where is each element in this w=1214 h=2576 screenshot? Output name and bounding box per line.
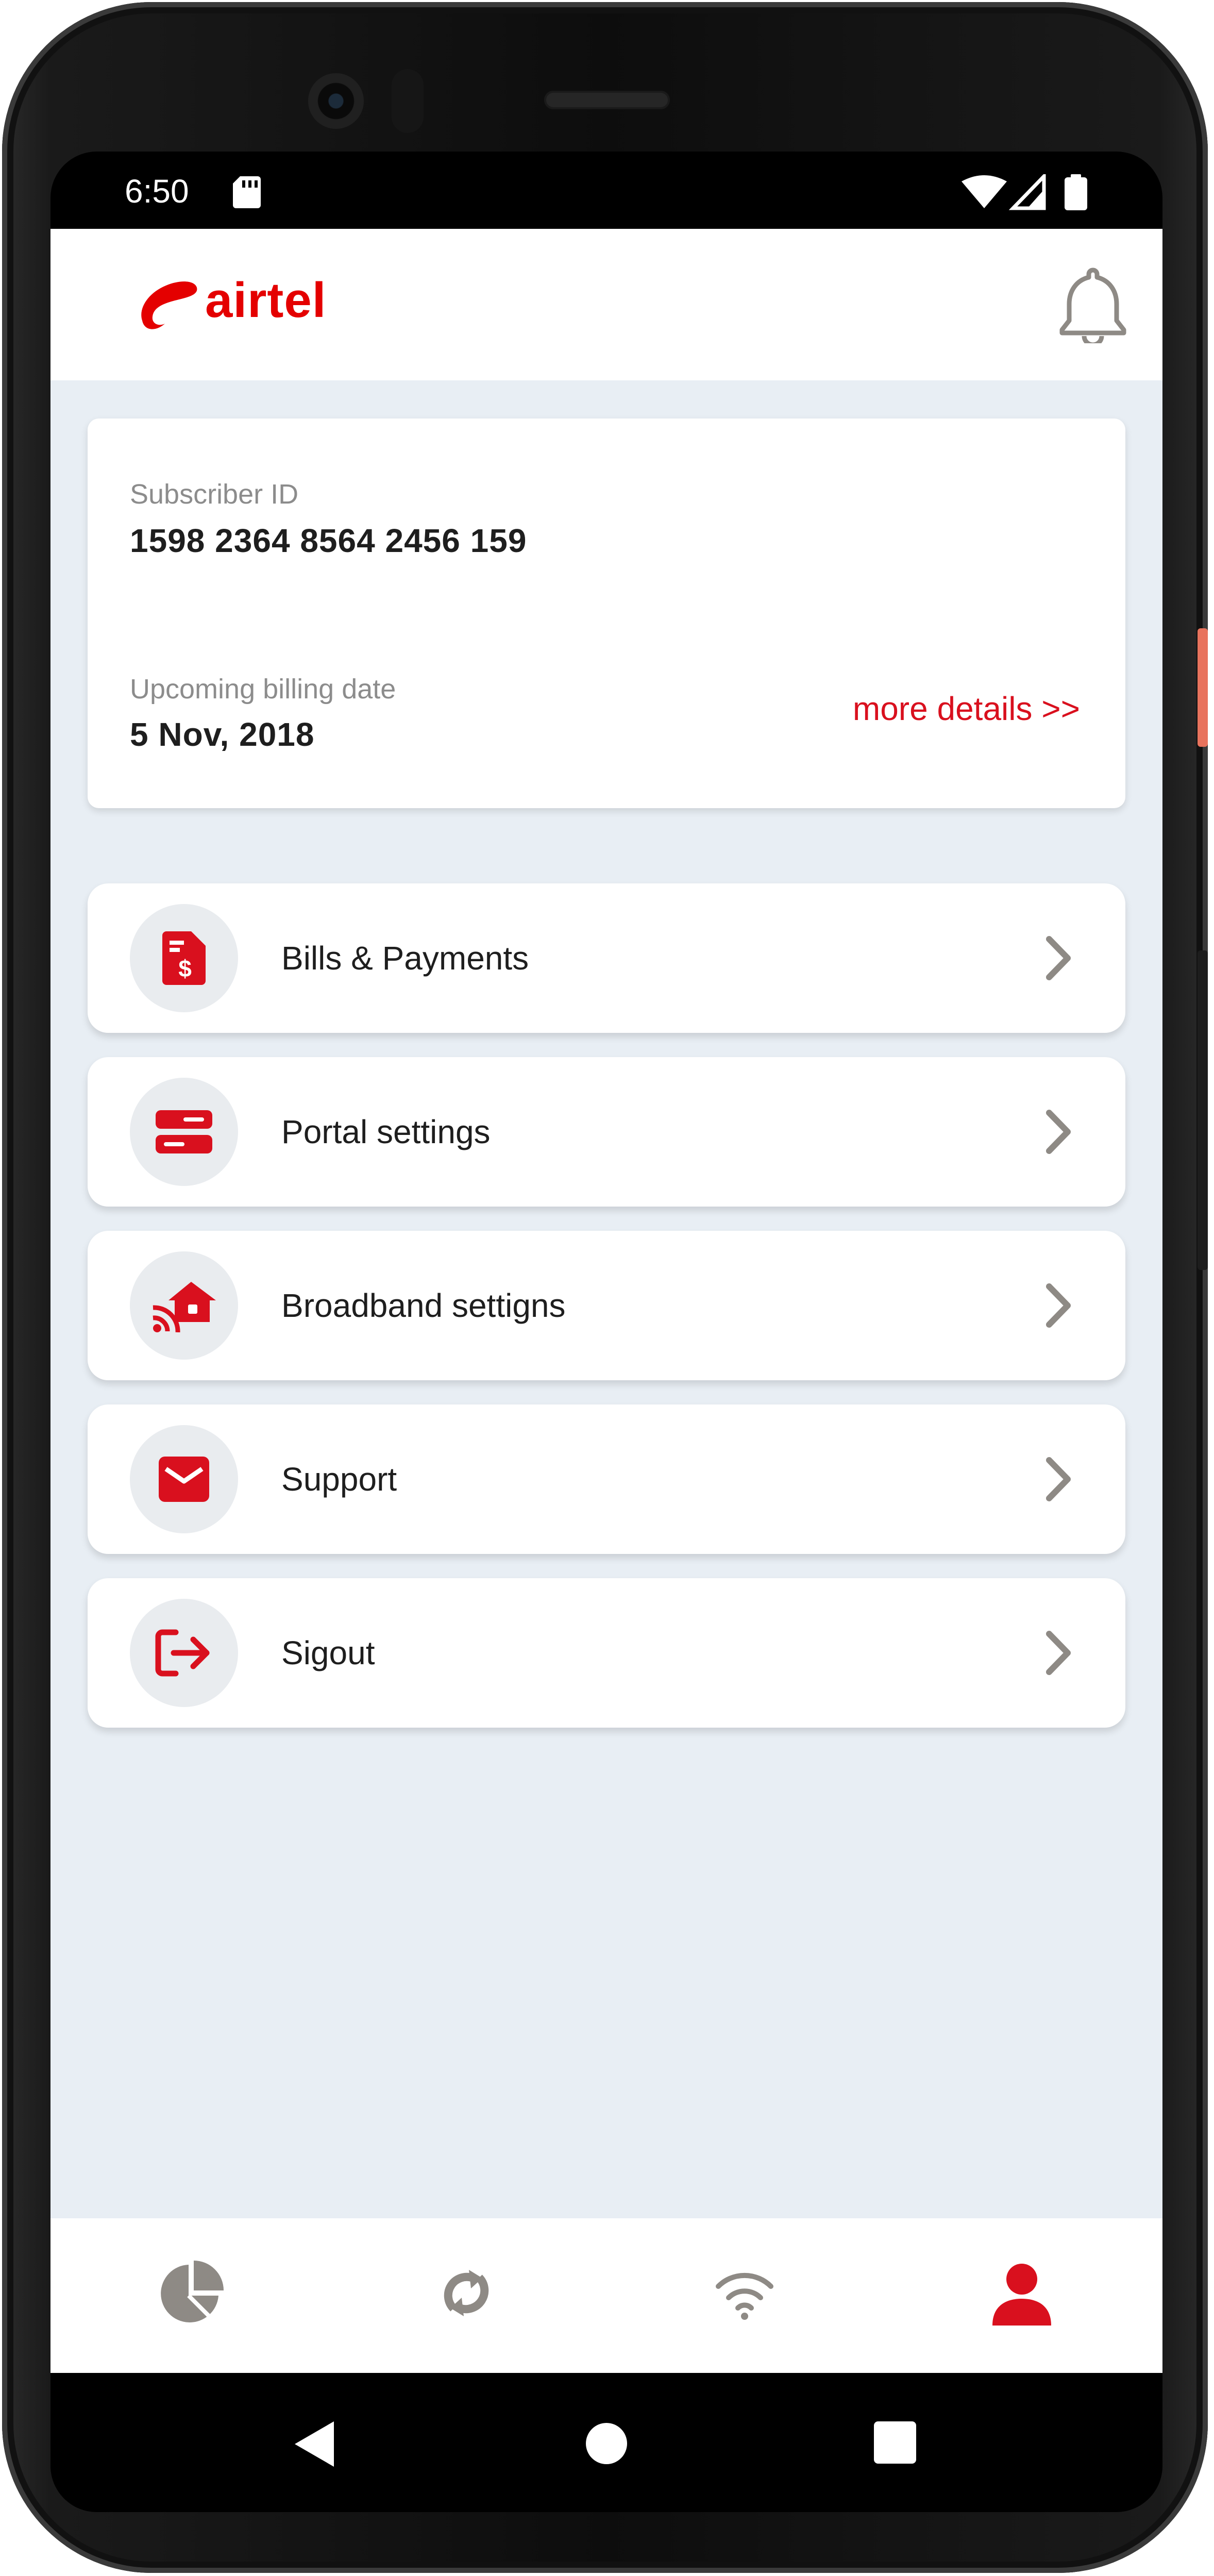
recents-icon[interactable] <box>873 2420 917 2465</box>
status-bar: 6:50 <box>50 152 1162 229</box>
app-content: airtel Subscriber ID 1598 2364 8564 2456… <box>50 229 1162 2218</box>
wifi-icon[interactable] <box>711 2260 778 2327</box>
sd-card-icon <box>233 176 261 208</box>
front-camera <box>308 73 364 129</box>
icon-badge <box>130 1425 238 1533</box>
icon-badge <box>130 1251 238 1360</box>
billing-date-value: 5 Nov, 2018 <box>130 716 315 753</box>
logout-icon <box>155 1629 210 1677</box>
system-navigation-bar <box>50 2373 1162 2512</box>
account-summary-card: Subscriber ID 1598 2364 8564 2456 159 Up… <box>88 419 1125 808</box>
svg-text:$: $ <box>178 955 192 982</box>
server-icon <box>156 1110 212 1153</box>
menu-item-label: Portal settings <box>281 1113 491 1150</box>
chevron-right-icon <box>1046 1631 1071 1675</box>
chevron-right-icon <box>1046 1110 1071 1154</box>
menu-item-portal-settings[interactable]: Portal settings <box>88 1057 1125 1207</box>
menu-item-broadband-settings[interactable]: Broadband settigns <box>88 1231 1125 1380</box>
subscriber-id-label: Subscriber ID <box>130 479 299 510</box>
icon-badge: $ <box>130 904 238 1012</box>
airtel-logo: airtel <box>133 270 329 337</box>
icon-badge <box>130 1078 238 1186</box>
pie-chart-icon[interactable] <box>158 2260 225 2327</box>
bill-dollar-icon: $ <box>162 931 206 985</box>
subscriber-id-value: 1598 2364 8564 2456 159 <box>130 522 527 559</box>
billing-date-label: Upcoming billing date <box>130 674 396 705</box>
menu-item-support[interactable]: Support <box>88 1404 1125 1554</box>
bottom-navigation <box>50 2218 1162 2373</box>
battery-icon <box>1065 174 1087 210</box>
menu-item-label: Sigout <box>281 1634 375 1671</box>
wifi-signal-icon <box>962 175 1007 208</box>
refresh-icon[interactable] <box>433 2260 500 2327</box>
status-icons <box>962 174 1087 210</box>
user-icon[interactable] <box>988 2260 1055 2327</box>
app-header: airtel <box>50 229 1162 380</box>
phone-frame: 6:50 airtel Subscriber ID 1598 2364 8564… <box>2 2 1208 2573</box>
icon-badge <box>130 1599 238 1707</box>
status-time: 6:50 <box>125 173 189 210</box>
chevron-right-icon <box>1046 1457 1071 1501</box>
screen: 6:50 airtel Subscriber ID 1598 2364 8564… <box>50 152 1162 2512</box>
notification-bell-icon[interactable] <box>1059 266 1126 343</box>
brand-name: airtel <box>205 273 327 328</box>
menu-item-label: Support <box>281 1461 397 1498</box>
menu-item-signout[interactable]: Sigout <box>88 1578 1125 1728</box>
earpiece-speaker <box>544 91 670 109</box>
chevron-right-icon <box>1046 1283 1071 1328</box>
proximity-sensor <box>392 69 424 133</box>
chevron-right-icon <box>1046 936 1071 980</box>
back-icon[interactable] <box>293 2419 336 2469</box>
power-button <box>1198 628 1208 747</box>
home-icon[interactable] <box>584 2421 629 2466</box>
airtel-swirl-icon <box>141 281 197 329</box>
mail-icon <box>159 1457 209 1502</box>
more-details-link[interactable]: more details >> <box>853 690 1080 728</box>
volume-button <box>1198 950 1208 1270</box>
menu-item-label: Bills & Payments <box>281 940 529 977</box>
menu-item-bills-payments[interactable]: $ Bills & Payments <box>88 883 1125 1033</box>
menu-item-label: Broadband settigns <box>281 1287 566 1324</box>
home-wifi-icon <box>153 1282 216 1332</box>
